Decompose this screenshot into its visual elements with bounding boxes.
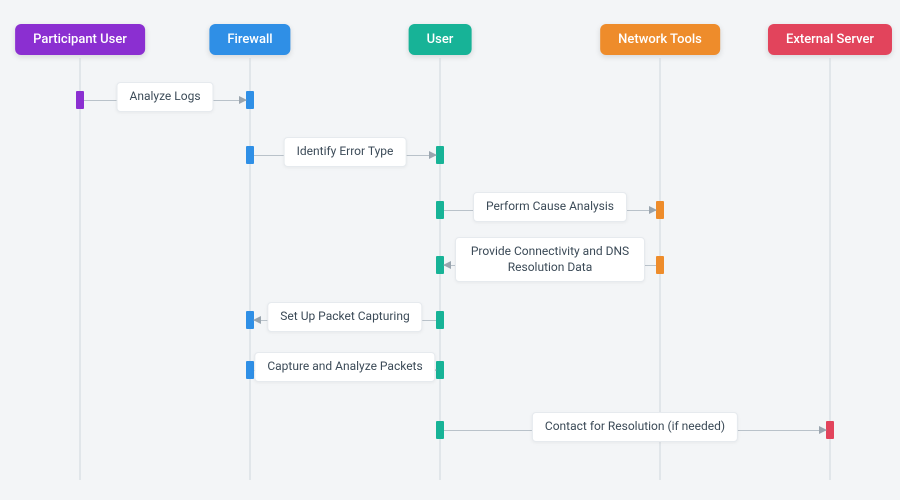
message-label: Set Up Packet Capturing — [267, 302, 422, 332]
participant-label: Firewall — [227, 32, 272, 47]
participant-header-user: User — [409, 24, 472, 55]
message-arrow: Capture and Analyze Packets — [254, 370, 436, 371]
message-arrow: Perform Cause Analysis — [444, 210, 656, 211]
message-label: Analyze Logs — [116, 82, 213, 112]
participant-header-tools: Network Tools — [600, 24, 720, 55]
activation-bar — [436, 311, 444, 329]
message-arrow: Identify Error Type — [254, 155, 436, 156]
arrowhead-icon — [429, 151, 437, 159]
activation-bar — [826, 421, 834, 439]
arrowhead-icon — [649, 206, 657, 214]
activation-bar — [436, 146, 444, 164]
activation-bar — [436, 361, 444, 379]
arrowhead-icon — [443, 261, 451, 269]
participant-label: User — [427, 32, 454, 47]
participant-label: Network Tools — [618, 32, 702, 47]
arrowhead-icon — [239, 96, 247, 104]
message-label: Perform Cause Analysis — [473, 192, 627, 222]
arrowhead-icon — [819, 426, 827, 434]
message-label: Capture and Analyze Packets — [254, 352, 435, 382]
message-arrow: Analyze Logs — [84, 100, 246, 101]
activation-bar — [246, 146, 254, 164]
activation-bar — [436, 421, 444, 439]
participant-label: External Server — [786, 32, 874, 47]
message-arrow: Provide Connectivity and DNS Resolution … — [444, 265, 656, 266]
activation-bar — [656, 201, 664, 219]
arrowhead-icon — [253, 316, 261, 324]
activation-bar — [246, 361, 254, 379]
participant-header-firewall: Firewall — [209, 24, 290, 55]
message-arrow: Contact for Resolution (if needed) — [444, 430, 826, 431]
activation-bar — [656, 256, 664, 274]
message-label: Identify Error Type — [284, 137, 407, 167]
activation-bar — [436, 201, 444, 219]
message-arrow: Set Up Packet Capturing — [254, 320, 436, 321]
lifeline-firewall — [250, 58, 251, 480]
participant-header-p_user: Participant User — [15, 24, 145, 55]
lifeline-ext — [830, 58, 831, 480]
activation-bar — [246, 91, 254, 109]
activation-bar — [76, 91, 84, 109]
participant-label: Participant User — [33, 32, 127, 47]
message-label: Contact for Resolution (if needed) — [532, 412, 738, 442]
lifeline-p_user — [80, 58, 81, 480]
sequence-diagram: Participant User Firewall User Network T… — [0, 0, 900, 500]
message-label: Provide Connectivity and DNS Resolution … — [455, 237, 645, 282]
participant-header-ext: External Server — [768, 24, 892, 55]
